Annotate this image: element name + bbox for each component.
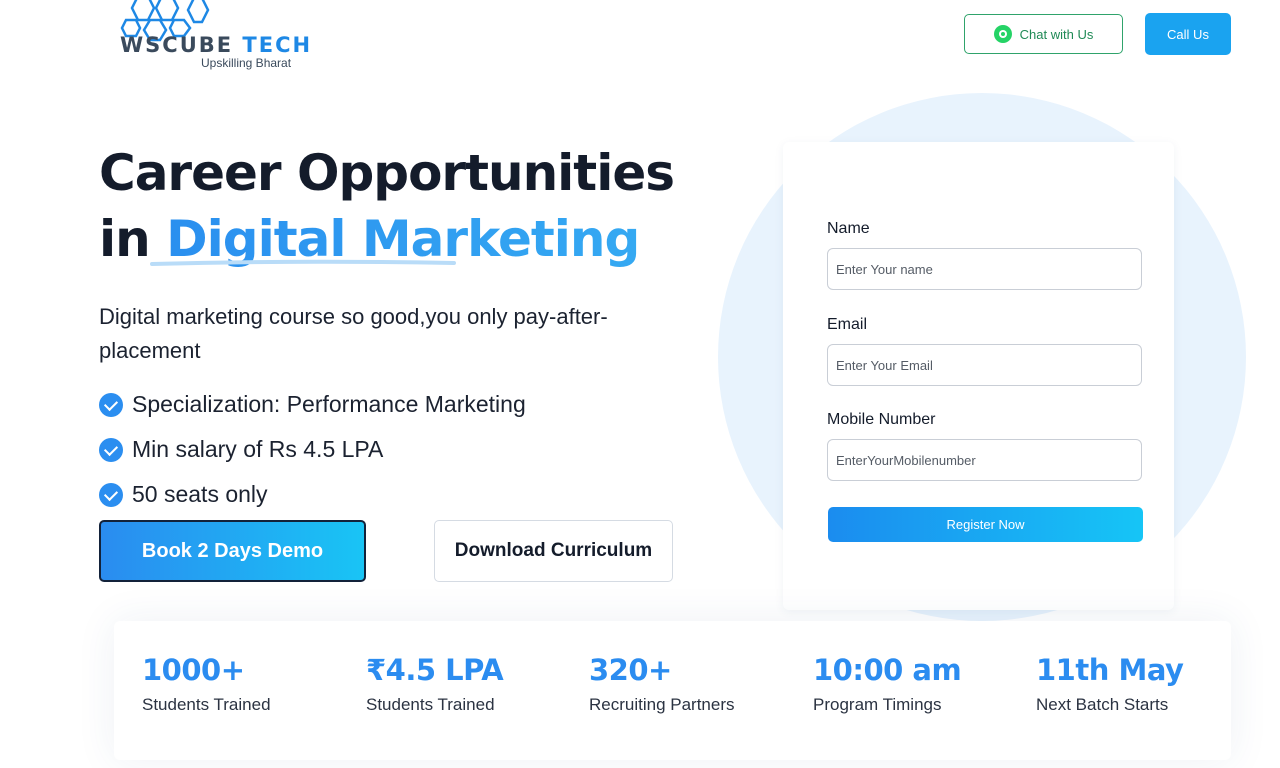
book-demo-button[interactable]: Book 2 Days Demo <box>99 520 366 582</box>
download-curriculum-button[interactable]: Download Curriculum <box>434 520 673 582</box>
stat-label: Recruiting Partners <box>589 695 735 714</box>
logo-tagline: Upskilling Bharat <box>201 56 292 70</box>
feature-item: 50 seats only <box>99 472 526 517</box>
stat-value: 10:00 am <box>813 653 962 687</box>
email-label: Email <box>827 316 868 333</box>
stat-value: ₹4.5 LPA <box>366 653 504 687</box>
stats-bar: 1000+ Students Trained ₹4.5 LPA Students… <box>114 621 1231 760</box>
stat-item: ₹4.5 LPA Students Trained <box>366 653 504 715</box>
title-line-1: Career Opportunities <box>99 144 675 202</box>
feature-text: Min salary of Rs 4.5 LPA <box>132 436 384 462</box>
check-circle-icon <box>99 437 123 462</box>
hero-subtitle: Digital marketing course so good,you onl… <box>99 304 608 363</box>
whatsapp-icon <box>993 25 1012 43</box>
feature-text: Specialization: Performance Marketing <box>132 391 526 417</box>
name-label: Name <box>827 220 870 237</box>
feature-item: Specialization: Performance Marketing <box>99 382 526 427</box>
feature-text: 50 seats only <box>132 481 268 507</box>
stat-label: Students Trained <box>366 695 495 714</box>
logo-wordmark: WsCube Tech <box>120 33 313 57</box>
check-circle-icon <box>99 482 123 507</box>
email-input[interactable] <box>827 344 1142 386</box>
chat-with-us-button[interactable]: Chat with Us <box>964 14 1123 54</box>
stat-value: 320+ <box>589 653 672 687</box>
chat-button-label: Chat with Us <box>1019 26 1094 42</box>
stat-item: 1000+ Students Trained <box>142 653 271 715</box>
stat-label: Program Timings <box>813 695 942 714</box>
mobile-input[interactable] <box>827 439 1142 481</box>
stat-label: Next Batch Starts <box>1036 695 1169 714</box>
logo[interactable]: WsCube Tech Upskilling Bharat <box>118 0 310 74</box>
register-now-button[interactable]: Register Now <box>828 507 1143 542</box>
call-us-button[interactable]: Call Us <box>1145 13 1231 55</box>
stat-item: 10:00 am Program Timings <box>813 653 962 715</box>
stat-value: 1000+ <box>142 653 245 687</box>
feature-list: Specialization: Performance Marketing Mi… <box>99 382 526 517</box>
name-input[interactable] <box>827 248 1142 290</box>
stat-label: Students Trained <box>142 695 271 714</box>
page-title: Career Opportunities in Digital Marketin… <box>99 140 675 272</box>
stat-value: 11th May <box>1036 653 1184 687</box>
stat-item: 11th May Next Batch Starts <box>1036 653 1184 715</box>
stat-item: 320+ Recruiting Partners <box>589 653 735 715</box>
check-circle-icon <box>99 392 123 417</box>
title-underline-decoration <box>150 259 456 266</box>
feature-item: Min salary of Rs 4.5 LPA <box>99 427 526 472</box>
mobile-label: Mobile Number <box>827 411 936 428</box>
